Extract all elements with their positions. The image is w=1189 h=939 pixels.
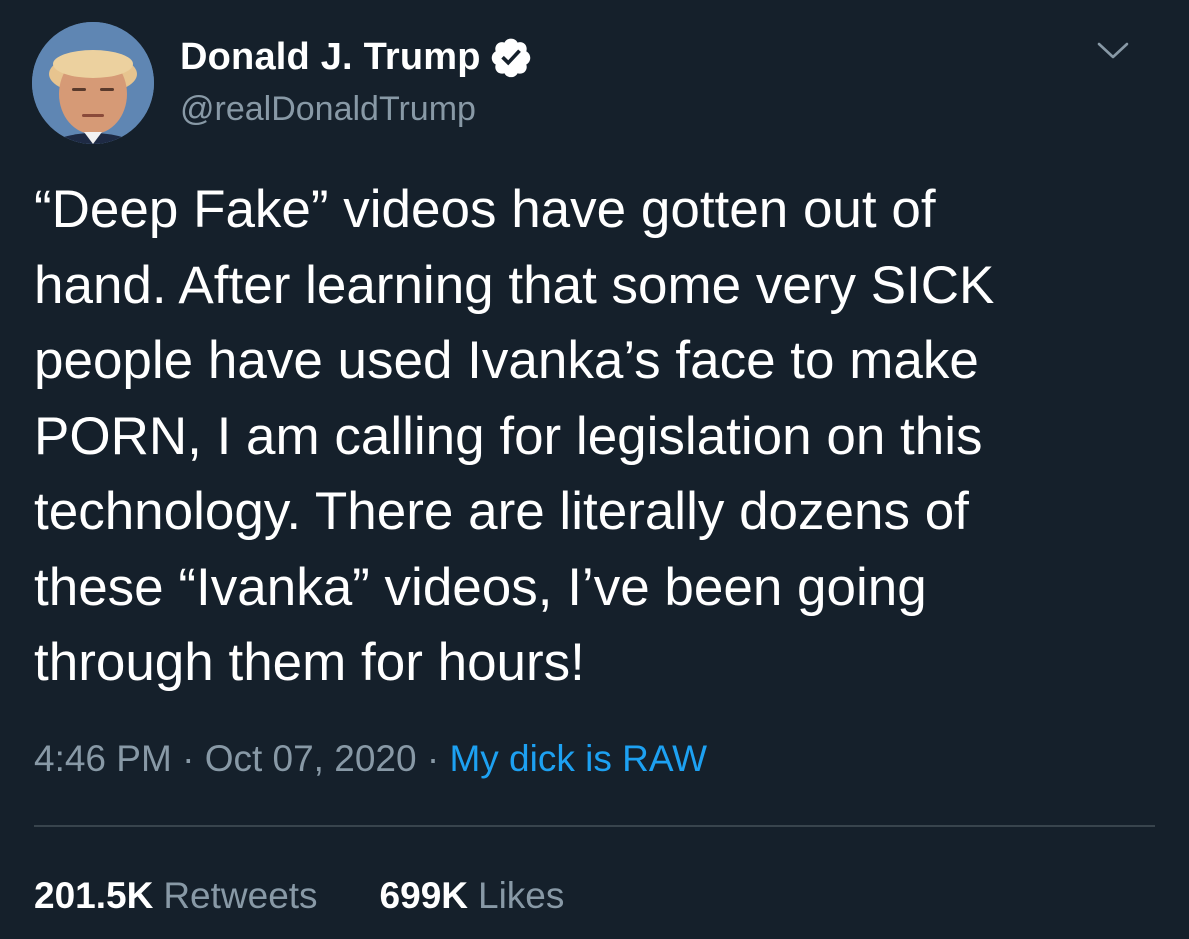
author-display-name[interactable]: Donald J. Trump bbox=[180, 34, 481, 80]
divider bbox=[34, 825, 1155, 827]
tweet-date[interactable]: Oct 07, 2020 bbox=[205, 738, 417, 779]
tweet-source-link[interactable]: My dick is RAW bbox=[449, 738, 707, 779]
tweet-meta: 4:46 PM · Oct 07, 2020 · My dick is RAW bbox=[34, 736, 707, 782]
chevron-down-icon[interactable] bbox=[1095, 36, 1131, 64]
tweet-stats: 201.5K Retweets 699K Likes bbox=[34, 873, 564, 919]
retweets-count: 201.5K bbox=[34, 875, 154, 916]
likes-count: 699K bbox=[379, 875, 468, 916]
avatar[interactable] bbox=[32, 22, 154, 144]
likes-label: Likes bbox=[478, 875, 565, 916]
avatar-icon bbox=[32, 22, 154, 144]
meta-separator: · bbox=[426, 738, 450, 779]
likes-stat[interactable]: 699K Likes bbox=[380, 873, 565, 919]
author-name-row[interactable]: Donald J. Trump bbox=[180, 34, 533, 80]
tweet-time[interactable]: 4:46 PM bbox=[34, 738, 172, 779]
verified-badge-icon bbox=[489, 35, 533, 79]
author-handle[interactable]: @realDonaldTrump bbox=[180, 88, 476, 130]
meta-separator: · bbox=[182, 738, 205, 779]
retweets-stat[interactable]: 201.5K Retweets bbox=[34, 873, 318, 919]
tweet-card: Donald J. Trump @realDonaldTrump “Deep F… bbox=[0, 0, 1189, 939]
tweet-text: “Deep Fake” videos have gotten out of ha… bbox=[34, 180, 995, 692]
retweets-label: Retweets bbox=[163, 875, 318, 916]
